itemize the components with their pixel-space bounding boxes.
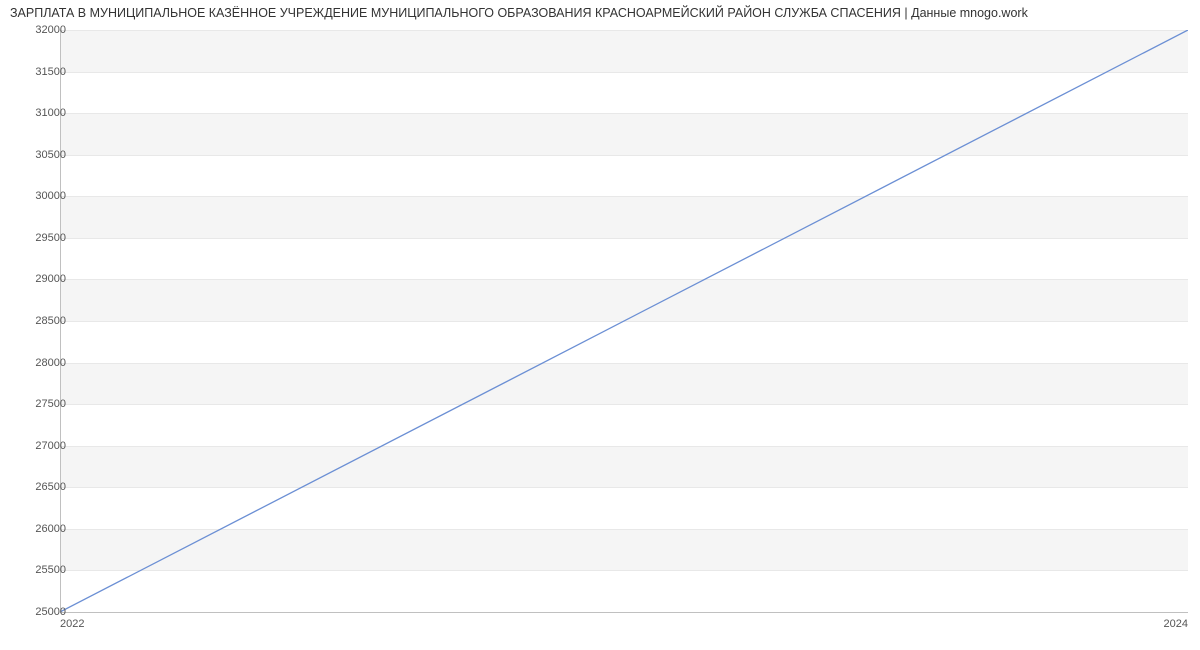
y-tick-label: 25000 [16,606,66,618]
y-tick-label: 31000 [16,107,66,119]
y-tick-label: 25500 [16,564,66,576]
y-tick-label: 26000 [16,523,66,535]
plot-area [60,30,1188,612]
y-tick-label: 28500 [16,315,66,327]
x-tick-label: 2024 [1164,618,1188,630]
x-axis-line [60,612,1188,613]
y-tick-label: 30500 [16,149,66,161]
y-tick-label: 28000 [16,357,66,369]
series-salary [60,30,1188,612]
y-tick-label: 30000 [16,190,66,202]
y-tick-label: 27000 [16,440,66,452]
y-tick-label: 29500 [16,232,66,244]
y-tick-label: 29000 [16,273,66,285]
y-tick-label: 31500 [16,66,66,78]
y-tick-label: 32000 [16,24,66,36]
x-tick-label: 2022 [60,618,84,630]
line-layer [60,30,1188,612]
y-tick-label: 27500 [16,398,66,410]
salary-line-chart: ЗАРПЛАТА В МУНИЦИПАЛЬНОЕ КАЗЁННОЕ УЧРЕЖД… [0,0,1200,650]
y-tick-label: 26500 [16,481,66,493]
chart-title: ЗАРПЛАТА В МУНИЦИПАЛЬНОЕ КАЗЁННОЕ УЧРЕЖД… [10,6,1190,20]
